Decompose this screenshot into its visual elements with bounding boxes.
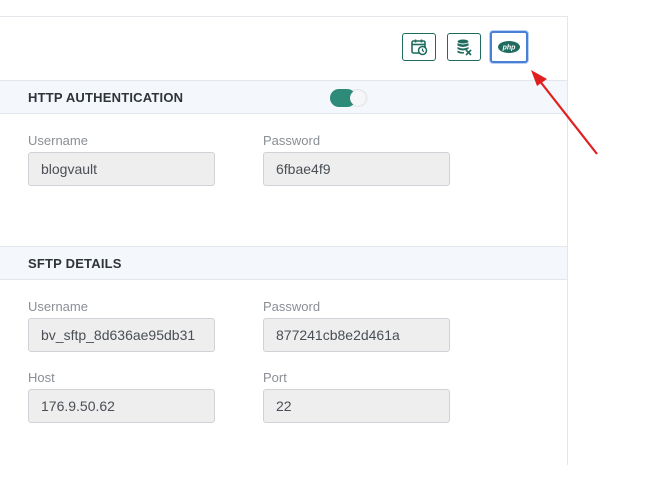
- toggle-knob: [350, 90, 366, 106]
- database-delete-button[interactable]: [447, 33, 481, 61]
- http-auth-title: HTTP AUTHENTICATION: [28, 90, 184, 105]
- sftp-port-label: Port: [263, 370, 287, 385]
- php-icon: php: [497, 40, 521, 54]
- annotation-arrow: [531, 70, 598, 155]
- http-username-label: Username: [28, 133, 88, 148]
- sftp-password-label: Password: [263, 299, 321, 314]
- settings-panel: php HTTP AUTHENTICATION Username blogvau…: [0, 16, 568, 465]
- sftp-title: SFTP DETAILS: [28, 256, 122, 271]
- calendar-clock-icon: [410, 38, 428, 56]
- http-auth-toggle[interactable]: [330, 89, 368, 107]
- sftp-username-label: Username: [28, 299, 88, 314]
- http-auth-header: HTTP AUTHENTICATION: [0, 80, 567, 114]
- php-icon-text: php: [502, 45, 517, 52]
- schedule-button[interactable]: [402, 33, 436, 61]
- sftp-header: SFTP DETAILS: [0, 246, 567, 280]
- sftp-password-field[interactable]: 877241cb8e2d461a: [263, 318, 450, 352]
- http-password-field[interactable]: 6fbae4f9: [263, 152, 450, 186]
- sftp-host-label: Host: [28, 370, 55, 385]
- sftp-port-field[interactable]: 22: [263, 389, 450, 423]
- database-remove-icon: [455, 38, 473, 56]
- http-password-label: Password: [263, 133, 321, 148]
- sftp-username-field[interactable]: bv_sftp_8d636ae95db31: [28, 318, 215, 352]
- sftp-host-field[interactable]: 176.9.50.62: [28, 389, 215, 423]
- http-username-field[interactable]: blogvault: [28, 152, 215, 186]
- php-settings-button[interactable]: php: [490, 31, 528, 63]
